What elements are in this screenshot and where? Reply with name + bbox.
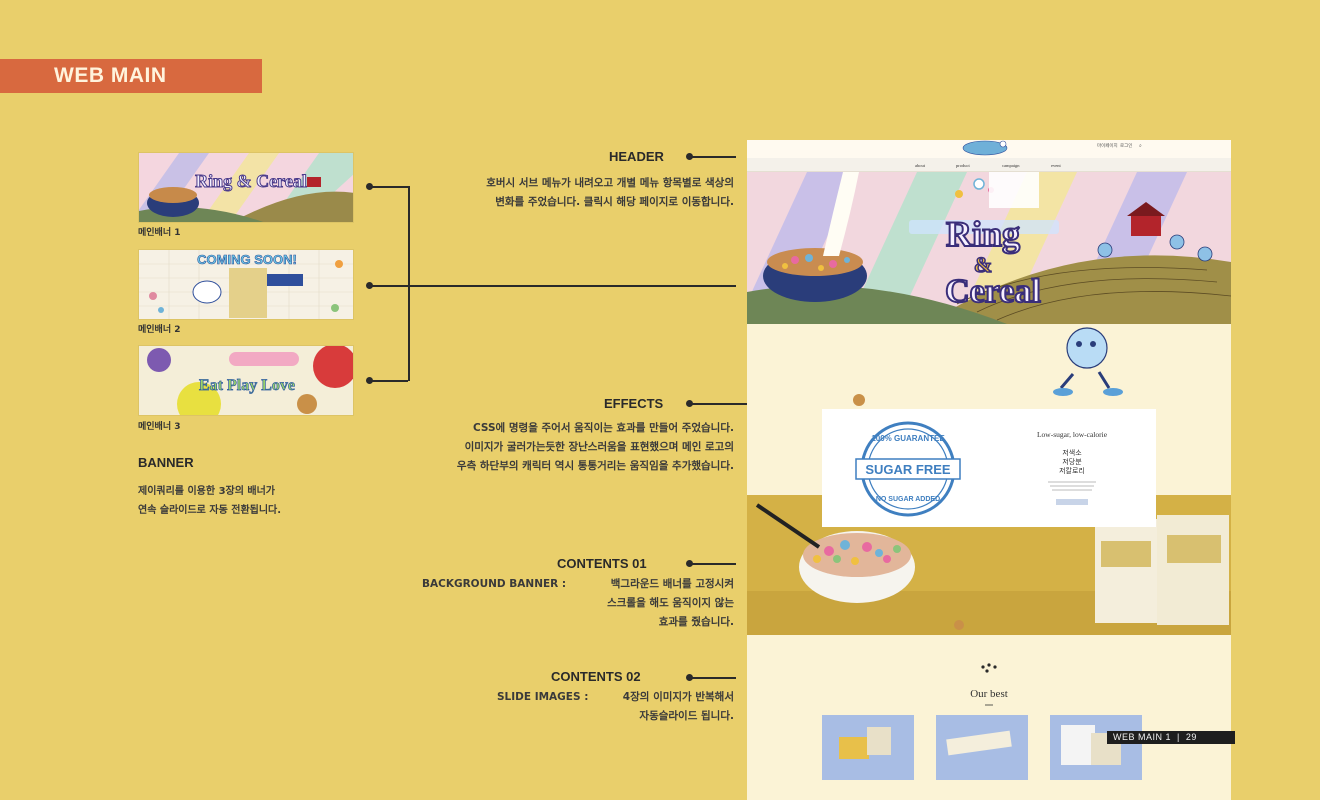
site-login-link[interactable]: 로그인 bbox=[1120, 142, 1132, 149]
stamp-sugar-free: SUGAR FREE bbox=[865, 462, 951, 477]
banner-caption-3: 메인배너 3 bbox=[138, 422, 181, 432]
site-hero-illustration: Ring & Cereal bbox=[747, 172, 1231, 324]
popup-title: Low-sugar, low-calorie bbox=[1037, 430, 1108, 439]
contents01-heading: CONTENTS 01 bbox=[557, 556, 647, 571]
site-hero-banner: Ring & Cereal bbox=[747, 172, 1231, 324]
connector-line bbox=[690, 677, 736, 679]
banner-caption-2: 메인배너 2 bbox=[138, 325, 181, 335]
connector-line bbox=[690, 563, 736, 565]
stamp-guarantee: 100% GUARANTEE bbox=[871, 434, 945, 443]
banner-3-illustration: Eat Play Love bbox=[139, 346, 353, 415]
site-nav: about product campaign event bbox=[747, 158, 1231, 172]
contents01-label: BACKGROUND BANNER : bbox=[422, 578, 567, 590]
page-footer-label: WEB MAIN 1 | 29 bbox=[1107, 731, 1235, 744]
mascot-character bbox=[1066, 327, 1108, 369]
effects-description: CSS에 명령을 주어서 움직이는 효과를 만들어 주었습니다. 이미지가 굴러… bbox=[456, 422, 734, 472]
site-best-title: Our best bbox=[970, 688, 1008, 700]
connector-line bbox=[370, 285, 736, 287]
site-best-section: Our best bbox=[747, 635, 1231, 800]
contents02-label: SLIDE IMAGES : bbox=[497, 691, 589, 703]
footer-separator: | bbox=[1174, 732, 1183, 742]
site-nav-event[interactable]: event bbox=[1051, 163, 1061, 168]
site-best-slider: Our best bbox=[822, 663, 1142, 780]
banner-2-illustration: COMING SOON! bbox=[139, 250, 353, 319]
sugar-free-popup: SUGAR FREE 100% GUARANTEE NO SUGAR ADDED… bbox=[822, 409, 1156, 527]
footer-page-number: 29 bbox=[1185, 732, 1197, 742]
section-title: WEB MAIN bbox=[54, 64, 167, 87]
effects-heading: EFFECTS bbox=[604, 396, 664, 411]
site-hero-text-ring: Ring bbox=[946, 214, 1020, 254]
site-header-bar: 마이페이지 로그인 ⌕ bbox=[962, 140, 1142, 156]
banner-1-text: Ring & Cereal bbox=[195, 171, 307, 191]
connector-line bbox=[690, 156, 736, 158]
popup-keyword-1: 저색소 bbox=[1062, 448, 1082, 457]
connector-line bbox=[370, 186, 408, 188]
rolling-ring-effect bbox=[853, 394, 865, 406]
site-nav-product[interactable]: product bbox=[956, 163, 970, 168]
banner-3-text: Eat Play Love bbox=[199, 377, 295, 394]
contents01-description: 백그라운드 배너를 고정시켜 스크롤을 해도 움직이지 않는 효과를 줬습니다. bbox=[607, 578, 734, 628]
header-heading: HEADER bbox=[609, 149, 664, 164]
footer-section-name: WEB MAIN 1 bbox=[1113, 732, 1172, 742]
site-nav-about[interactable]: about bbox=[915, 163, 926, 168]
site-search-icon[interactable]: ⌕ bbox=[1139, 143, 1142, 149]
banner-thumb-1: Ring & Cereal bbox=[138, 152, 354, 223]
sugar-free-popup-graphic: SUGAR FREE 100% GUARANTEE NO SUGAR ADDED… bbox=[855, 421, 1108, 517]
banner-description: 제이쿼리를 이용한 3장의 배너가 연속 슬라이드로 자동 전환됩니다. bbox=[138, 486, 282, 516]
stamp-no-sugar: NO SUGAR ADDED bbox=[876, 496, 940, 503]
banner-1-illustration: Ring & Cereal bbox=[139, 153, 353, 222]
contents02-description: 4장의 이미지가 반복해서 자동슬라이드 됩니다. bbox=[622, 691, 734, 722]
banner-heading: BANNER bbox=[138, 455, 194, 470]
header-description: 호버시 서브 메뉴가 내려오고 개별 메뉴 항목별로 색상의 변화를 주었습니다… bbox=[486, 177, 734, 208]
connector-line bbox=[370, 380, 408, 382]
popup-keyword-3: 저칼로리 bbox=[1059, 466, 1085, 475]
connector-bracket bbox=[408, 186, 410, 381]
popup-keyword-2: 저당분 bbox=[1062, 457, 1082, 466]
site-nav-campaign[interactable]: campaign bbox=[1002, 163, 1020, 168]
banner-caption-1: 메인배너 1 bbox=[138, 228, 181, 238]
banner-2-text: COMING SOON! bbox=[197, 252, 297, 267]
site-hero-text-cereal: Cereal bbox=[945, 273, 1041, 310]
contents02-heading: CONTENTS 02 bbox=[551, 669, 641, 684]
banner-thumb-3: Eat Play Love bbox=[138, 345, 354, 416]
site-nav-bar: about product campaign event bbox=[915, 163, 1061, 168]
site-mypage-link[interactable]: 마이페이지 bbox=[1097, 142, 1118, 149]
popup-button[interactable] bbox=[1056, 499, 1088, 505]
section-title-tab: WEB MAIN bbox=[0, 59, 262, 93]
banner-thumb-2: COMING SOON! bbox=[138, 249, 354, 320]
